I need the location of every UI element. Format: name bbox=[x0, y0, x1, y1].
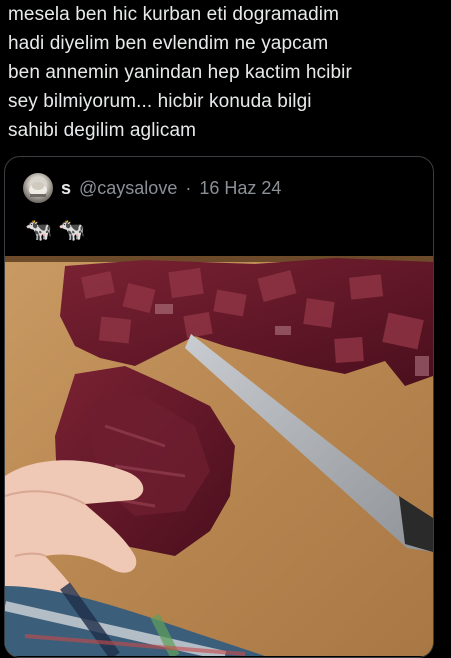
quoted-tweet-text: 🐄 🐄 bbox=[25, 217, 88, 243]
quoted-author-name[interactable]: s bbox=[61, 178, 71, 199]
avatar[interactable] bbox=[23, 173, 53, 203]
separator-dot: · bbox=[185, 177, 192, 198]
quoted-tweet-photo[interactable] bbox=[5, 256, 433, 657]
quoted-tweet-card[interactable]: s @caysalove · 16 Haz 24 🐄 🐄 bbox=[4, 156, 434, 658]
cow-emoji: 🐄 bbox=[58, 217, 88, 242]
quoted-tweet-date[interactable]: 16 Haz 24 bbox=[199, 178, 281, 199]
cow-emoji: 🐄 bbox=[25, 217, 55, 242]
quoted-author-handle[interactable]: @caysalove bbox=[79, 178, 177, 199]
quoted-tweet-header: s @caysalove · 16 Haz 24 bbox=[23, 173, 281, 203]
tweet-text: mesela ben hic kurban eti dogramadim had… bbox=[8, 4, 352, 141]
raw-meat-photo-icon bbox=[5, 256, 433, 657]
